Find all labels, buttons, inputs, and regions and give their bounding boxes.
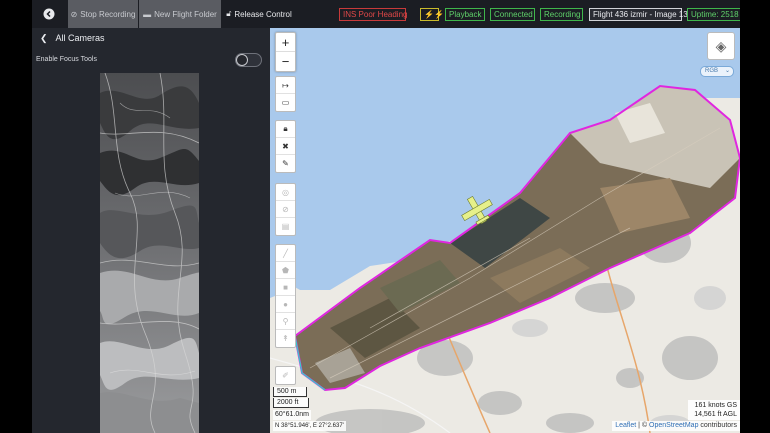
power-warning-badge: ⚡⚡ bbox=[420, 8, 444, 21]
playback-badge: Playback bbox=[445, 8, 485, 21]
stop-circle-icon: ⊘ bbox=[70, 9, 78, 19]
measure-distance-icon[interactable]: ↦ bbox=[276, 77, 295, 94]
camera-panel: ❮ All Cameras Enable Focus Tools bbox=[32, 28, 270, 433]
app-frame: ⊘ Stop Recording ▬ New Flight Folder 🔓︎ … bbox=[32, 0, 740, 433]
aerial-grayscale-image bbox=[100, 73, 199, 433]
zoom-in-button[interactable]: + bbox=[276, 33, 295, 52]
attribution-sep: | © bbox=[636, 422, 650, 429]
band-select[interactable]: RGB ⌄ bbox=[700, 66, 734, 77]
ruler-icon[interactable]: ▭ bbox=[276, 94, 295, 111]
panel-title: All Cameras bbox=[55, 33, 105, 43]
line-draw-icon[interactable]: ╱ bbox=[276, 245, 295, 262]
stop-recording-button[interactable]: ⊘ Stop Recording bbox=[68, 0, 138, 28]
map-attribution: Leaflet | © OpenStreetMap contributors bbox=[612, 421, 740, 431]
altitude-agl: 14,561 ft AGL bbox=[694, 411, 737, 418]
new-flight-folder-button[interactable]: ▬ New Flight Folder bbox=[139, 0, 221, 28]
document-icon[interactable]: ▤ bbox=[276, 218, 295, 235]
band-select-value: RGB bbox=[705, 68, 719, 74]
layer-tools: ◎ ⊘ ▤ bbox=[275, 183, 296, 236]
focus-tools-toggle[interactable] bbox=[235, 53, 262, 67]
leaflet-link[interactable]: Leaflet bbox=[615, 422, 636, 429]
lock-tools: 🔒︎ ✖ ✎ bbox=[275, 120, 296, 173]
coordinate-full-readout: N 38°51.946', E 27°2.637' bbox=[273, 421, 346, 431]
osm-link[interactable]: OpenStreetMap bbox=[649, 422, 698, 429]
uptime-badge: Uptime: 2518 bbox=[687, 8, 740, 21]
recording-badge: Recording bbox=[540, 8, 583, 21]
chevron-left-circle-icon bbox=[43, 8, 55, 20]
draw-tools: ╱ ⬟ ■ ● ⚲ ↟ bbox=[275, 244, 296, 348]
release-control-label: Release Control bbox=[234, 9, 292, 19]
ins-status-badge: INS Poor Heading bbox=[339, 8, 407, 21]
circle-draw-icon[interactable]: ● bbox=[276, 296, 295, 313]
pin-icon[interactable]: ↟ bbox=[276, 330, 295, 347]
focus-tools-label: Enable Focus Tools bbox=[36, 56, 97, 63]
camera-image[interactable] bbox=[100, 73, 199, 433]
no-entry-icon[interactable]: ⊘ bbox=[276, 201, 295, 218]
edit-icon[interactable]: ✐ bbox=[276, 367, 295, 384]
map-view[interactable]: + − ↦ ▭ 🔒︎ ✖ ✎ ◎ ⊘ ▤ ╱ ⬟ ■ ● ⚲ ↟ ✐ ◈ RGB… bbox=[270, 28, 740, 433]
toggle-knob bbox=[236, 54, 248, 66]
pen-icon[interactable]: ✎ bbox=[276, 155, 295, 172]
scale-bar-imperial: 2000 ft bbox=[273, 398, 309, 408]
marker-icon[interactable]: ⚲ bbox=[276, 313, 295, 330]
map-canvas bbox=[270, 28, 740, 433]
top-toolbar: ⊘ Stop Recording ▬ New Flight Folder 🔓︎ … bbox=[32, 0, 740, 29]
chevron-down-icon: ⌄ bbox=[724, 68, 730, 74]
rectangle-draw-icon[interactable]: ■ bbox=[276, 279, 295, 296]
layers-icon: ◈ bbox=[715, 37, 727, 54]
connected-badge: Connected bbox=[490, 8, 535, 21]
polygon-draw-icon[interactable]: ⬟ bbox=[276, 262, 295, 279]
back-button[interactable] bbox=[32, 0, 66, 28]
attribution-tail: contributors bbox=[698, 422, 737, 429]
edit-tools: ✐ bbox=[275, 366, 296, 385]
measure-tools: ↦ ▭ bbox=[275, 76, 296, 112]
folder-icon: ▬ bbox=[143, 9, 152, 19]
coordinate-readout: 60°61.0nm bbox=[273, 410, 311, 420]
circle-target-icon[interactable]: ◎ bbox=[276, 184, 295, 201]
release-control-button[interactable]: 🔓︎ Release Control bbox=[222, 0, 296, 28]
chevron-left-icon: ❮ bbox=[40, 32, 48, 43]
ground-speed: 161 knots GS bbox=[694, 402, 737, 409]
unlock-icon: 🔓︎ bbox=[226, 9, 232, 18]
close-icon[interactable]: ✖ bbox=[276, 138, 295, 155]
layers-button[interactable]: ◈ bbox=[707, 32, 735, 60]
scale-bar-metric: 500 m bbox=[273, 387, 307, 397]
zoom-out-button[interactable]: − bbox=[276, 52, 295, 71]
all-cameras-header[interactable]: ❮ All Cameras bbox=[32, 28, 270, 48]
zoom-control: + − bbox=[275, 32, 296, 72]
speed-readout: 161 knots GS 14,561 ft AGL bbox=[688, 400, 740, 420]
lock-icon[interactable]: 🔒︎ bbox=[276, 121, 295, 138]
new-flight-folder-label: New Flight Folder bbox=[154, 9, 217, 19]
flight-info-badge: Flight 436 izmir - Image 13 bbox=[589, 8, 688, 21]
stop-recording-label: Stop Recording bbox=[80, 9, 136, 19]
